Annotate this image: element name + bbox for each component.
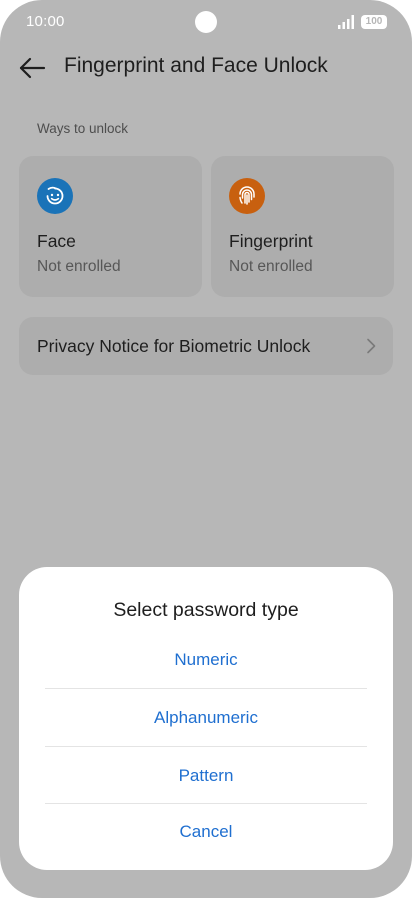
page-title: Fingerprint and Face Unlock	[64, 54, 328, 77]
fingerprint-icon	[229, 178, 265, 214]
pattern-option-button[interactable]: Pattern	[45, 751, 367, 801]
alphanumeric-option-button[interactable]: Alphanumeric	[45, 693, 367, 743]
header: Fingerprint and Face Unlock	[0, 44, 412, 90]
camera-cutout	[195, 11, 217, 33]
status-time: 10:00	[26, 13, 65, 30]
divider	[45, 803, 367, 804]
fingerprint-card-status: Not enrolled	[229, 258, 313, 275]
face-icon	[37, 178, 73, 214]
signal-icon	[338, 15, 354, 29]
divider	[45, 688, 367, 689]
fingerprint-card-title: Fingerprint	[229, 231, 313, 251]
battery-icon: 100	[361, 15, 387, 29]
privacy-notice-label: Privacy Notice for Biometric Unlock	[37, 336, 311, 356]
password-type-dialog: Select password type Numeric Alphanumeri…	[19, 567, 393, 870]
fingerprint-unlock-card[interactable]: Fingerprint Not enrolled	[211, 156, 394, 297]
section-label: Ways to unlock	[37, 121, 129, 136]
face-unlock-card[interactable]: Face Not enrolled	[19, 156, 202, 297]
face-card-status: Not enrolled	[37, 258, 121, 275]
numeric-option-button[interactable]: Numeric	[45, 635, 367, 685]
dialog-title: Select password type	[113, 599, 299, 621]
divider	[45, 746, 367, 747]
privacy-notice-row[interactable]: Privacy Notice for Biometric Unlock	[19, 317, 393, 375]
face-card-title: Face	[37, 231, 76, 251]
status-bar: 10:00 100	[0, 0, 412, 44]
chevron-right-icon	[365, 338, 377, 354]
cancel-button[interactable]: Cancel	[45, 807, 367, 857]
screen: 10:00 100 Fingerprint and Face Unlock Wa…	[0, 0, 412, 898]
arrow-left-icon[interactable]	[14, 50, 50, 86]
